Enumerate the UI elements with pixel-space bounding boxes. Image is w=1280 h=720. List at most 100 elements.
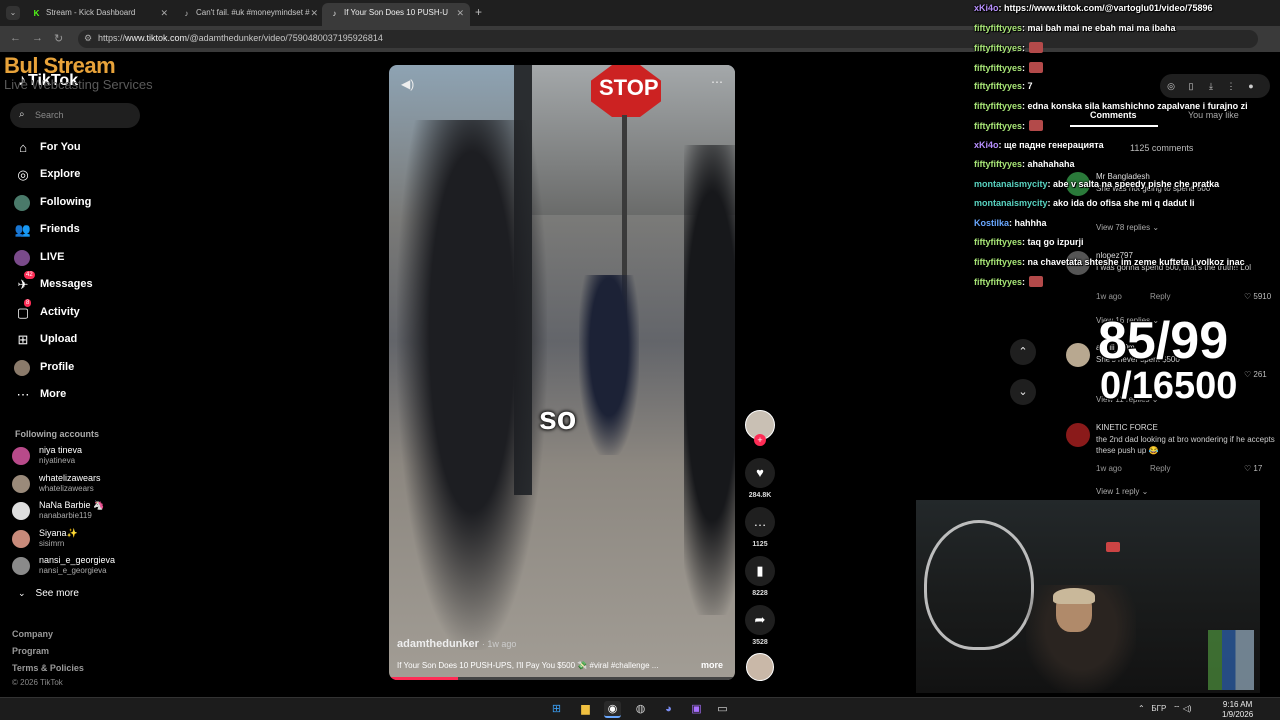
description-more-button[interactable]: more xyxy=(701,660,723,670)
chat-username[interactable]: fiftyfiftyyes xyxy=(974,159,1022,169)
chat-username[interactable]: fiftyfiftyyes xyxy=(974,237,1022,247)
friends-icon: 👥 xyxy=(14,222,32,237)
chat-username[interactable]: fiftyfiftyyes xyxy=(974,23,1022,33)
nav-live[interactable]: LIVE xyxy=(14,247,174,269)
search-input[interactable]: ⌕ Search xyxy=(10,103,140,128)
chat-username[interactable]: montanaismycity xyxy=(974,198,1048,208)
footer-company-link[interactable]: Company xyxy=(12,629,53,639)
new-tab-button[interactable]: + xyxy=(475,5,482,19)
obs-icon[interactable]: ◍ xyxy=(632,701,649,718)
comment-user[interactable]: KINETIC FORCE xyxy=(1096,423,1158,432)
like-button[interactable]: ♥ 284.8K xyxy=(744,458,776,499)
avatar[interactable] xyxy=(1066,423,1090,447)
chat-username[interactable]: fiftyfiftyyes xyxy=(974,101,1022,111)
comment-likes[interactable]: ♡ 261 xyxy=(1244,370,1267,379)
chat-text: : abe v salta na speedy pishe che pratka xyxy=(1047,179,1220,189)
video-player[interactable]: STOP so ◀) ⋯ adamthedunker · 1w ago If Yo… xyxy=(389,65,735,680)
close-tab-icon[interactable]: ✕ xyxy=(456,3,464,23)
comment-button[interactable]: … 1125 xyxy=(744,507,776,548)
nav-for-you[interactable]: ⌂ For You xyxy=(14,137,174,159)
bookmark-icon: ▮ xyxy=(745,556,775,586)
following-account[interactable]: whatelizawears whatelizawears xyxy=(12,472,182,496)
chat-username[interactable]: fiftyfiftyyes xyxy=(974,81,1022,91)
nav-label: Explore xyxy=(40,168,81,180)
twitch-icon[interactable]: ▣ xyxy=(688,701,705,718)
close-tab-icon[interactable]: ✕ xyxy=(160,3,168,23)
streamer-webcam xyxy=(916,500,1260,693)
taskbar-clock[interactable]: 9:16 AM 1/9/2026 xyxy=(1222,700,1253,720)
next-creator-avatar[interactable] xyxy=(746,653,774,681)
next-video-button[interactable]: ⌄ xyxy=(1010,379,1036,405)
footer-terms-link[interactable]: Terms & Policies xyxy=(12,663,84,673)
volume-icon[interactable]: ◀) xyxy=(401,77,414,91)
reload-icon[interactable]: ↻ xyxy=(54,32,63,45)
site-info-icon[interactable]: ⚙ xyxy=(84,33,92,44)
chat-username[interactable]: fiftyfiftyyes xyxy=(974,43,1022,53)
chat-username[interactable]: fiftyfiftyyes xyxy=(974,277,1022,287)
share-button[interactable]: ➦ 3528 xyxy=(744,605,776,646)
nav-following[interactable]: Following xyxy=(14,192,174,214)
more-options-icon[interactable]: ⋯ xyxy=(711,75,723,89)
avatar[interactable] xyxy=(1066,343,1090,367)
tab-kick-dashboard[interactable]: K Stream - Kick Dashboard ✕ xyxy=(24,3,174,26)
nav-friends[interactable]: 👥 Friends xyxy=(14,219,174,241)
terminal-icon[interactable]: ▭ xyxy=(714,701,731,718)
video-time: · 1w ago xyxy=(481,639,517,649)
copyright: © 2026 TikTok xyxy=(12,678,63,687)
chat-message: fiftyfiftyyes: na chavetata shteshe im z… xyxy=(974,257,1245,267)
chrome-icon[interactable]: ◉ xyxy=(604,701,621,718)
discord-icon[interactable]: ◕ xyxy=(660,701,677,718)
windows-start-icon[interactable]: ⊞ xyxy=(548,701,565,718)
nav-upload[interactable]: ⊞ Upload xyxy=(14,329,174,351)
chat-username[interactable]: fiftyfiftyyes xyxy=(974,63,1022,73)
chat-username[interactable]: montanaismycity xyxy=(974,179,1048,189)
view-replies-button[interactable]: View 1 reply ⌄ xyxy=(1096,487,1148,496)
nav-profile[interactable]: Profile xyxy=(14,357,174,379)
compass-icon: ◎ xyxy=(17,167,29,182)
url-text[interactable]: https://www.tiktok.com/@adamthedunker/vi… xyxy=(98,33,383,43)
avatar xyxy=(12,557,30,575)
tiktok-icon: ♪ xyxy=(184,9,189,18)
webcam-lamp xyxy=(1106,542,1120,552)
tab-if-your-son[interactable]: ♪ If Your Son Does 10 PUSH-U ✕ xyxy=(322,3,470,26)
video-progress-bar[interactable] xyxy=(389,677,735,680)
system-tray[interactable]: ⌃ БГР ⌔ ◁) xyxy=(1138,704,1192,714)
chat-username[interactable]: fiftyfiftyyes xyxy=(974,121,1022,131)
reply-button[interactable]: Reply xyxy=(1150,464,1170,473)
following-account[interactable]: NaNa Barbie 🦄 nanabarbie119 xyxy=(12,499,182,523)
see-more-button[interactable]: ⌄ See more xyxy=(18,588,79,599)
language-indicator[interactable]: БГР xyxy=(1151,704,1166,713)
save-button[interactable]: ▮ 8228 xyxy=(744,556,776,597)
video-description: If Your Son Does 10 PUSH-UPS, I'll Pay Y… xyxy=(397,661,659,670)
chat-username[interactable]: xKi4o xyxy=(974,140,999,150)
tab-cant-fail[interactable]: ♪ Can't fail. #uk #moneymindset # ✕ xyxy=(174,3,324,26)
footer-program-link[interactable]: Program xyxy=(12,646,49,656)
comment-likes[interactable]: ♡ 17 xyxy=(1244,464,1262,473)
nav-activity[interactable]: ▢ 8 Activity xyxy=(14,299,174,324)
tab-list-button[interactable]: ⌄ xyxy=(6,6,20,20)
close-tab-icon[interactable]: ✕ xyxy=(310,3,318,23)
tab-title: Stream - Kick Dashboard xyxy=(46,8,136,17)
following-account[interactable]: niya tineva niyatineva xyxy=(12,444,182,468)
following-account[interactable]: nansi_e_georgieva nansi_e_georgieva xyxy=(12,554,182,578)
account-handle: nanabarbie119 xyxy=(39,511,92,520)
nav-more[interactable]: ⋯ More xyxy=(14,384,174,406)
follow-plus-icon[interactable]: + xyxy=(754,434,766,446)
nav-messages[interactable]: ✈ 42 Messages xyxy=(14,271,174,296)
volume-icon[interactable]: ◁) xyxy=(1183,704,1192,713)
back-icon[interactable]: ← xyxy=(10,32,21,44)
nav-explore[interactable]: ◎ Explore xyxy=(14,164,174,186)
tray-chevron-icon[interactable]: ⌃ xyxy=(1138,704,1145,713)
chat-emote-icon xyxy=(1029,62,1044,73)
account-name: niya tineva xyxy=(39,445,83,455)
chat-text: : https://www.tiktok.com/@vartoglu01/vid… xyxy=(998,3,1213,13)
chat-username[interactable]: xKi4o xyxy=(974,3,999,13)
network-icon[interactable]: ⌔ xyxy=(1173,704,1181,713)
forward-icon[interactable]: → xyxy=(32,32,43,44)
chat-username[interactable]: fiftyfiftyyes xyxy=(974,257,1022,267)
previous-video-button[interactable]: ⌃ xyxy=(1010,339,1036,365)
chat-username[interactable]: Kostilka xyxy=(974,218,1009,228)
video-author[interactable]: adamthedunker · 1w ago xyxy=(397,638,516,650)
file-explorer-icon[interactable]: ▆ xyxy=(577,701,594,718)
following-account[interactable]: Siyana✨ sisimrn xyxy=(12,527,182,551)
